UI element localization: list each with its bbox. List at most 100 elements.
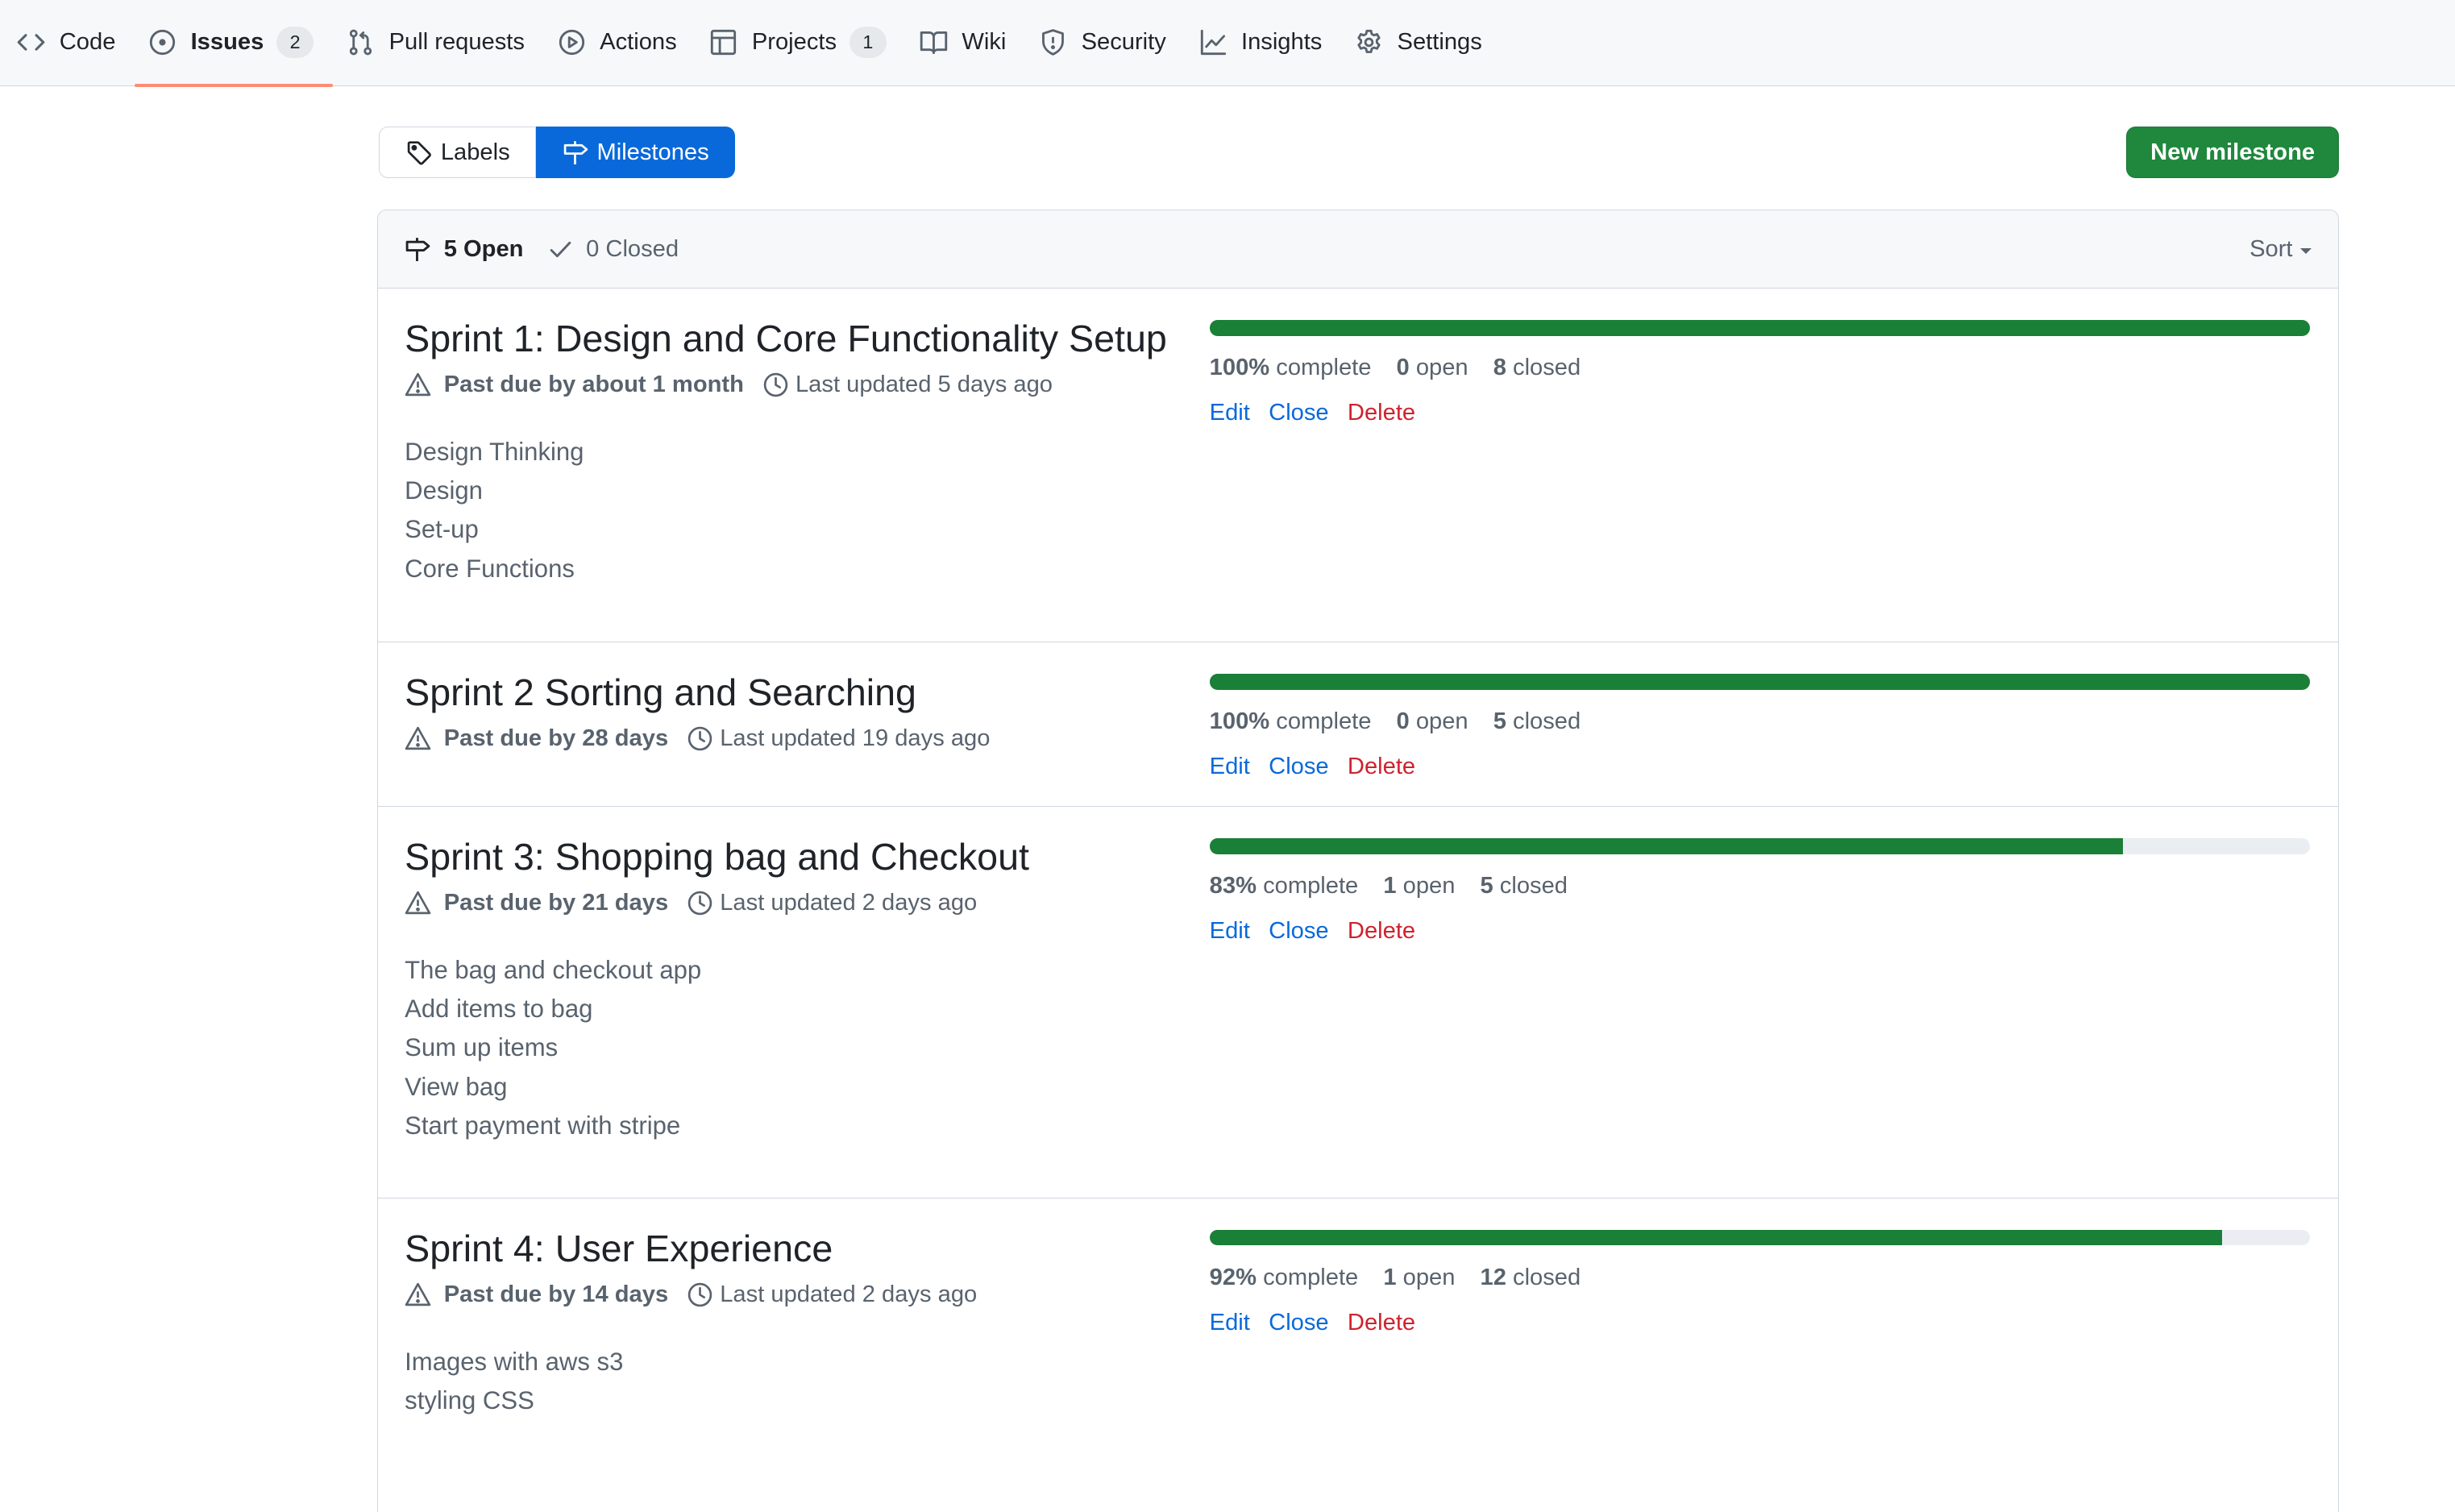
- milestone-info: Sprint 1: Design and Core Functionality …: [405, 317, 1187, 588]
- closed-issues-link[interactable]: 8 closed: [1493, 355, 1581, 381]
- projects-counter: 1: [849, 27, 887, 59]
- open-issue-count: 1: [1383, 872, 1397, 899]
- close-link[interactable]: Close: [1269, 754, 1328, 780]
- tab-settings[interactable]: Settings: [1341, 0, 1501, 85]
- tab-projects[interactable]: Projects 1: [696, 0, 906, 85]
- labels-label: Labels: [440, 139, 510, 165]
- sort-dropdown[interactable]: Sort: [2249, 210, 2312, 289]
- delete-link[interactable]: Delete: [1348, 918, 1415, 945]
- milestone-title[interactable]: Sprint 3: Shopping bag and Checkout: [405, 835, 1187, 879]
- milestones-box: 5 Open 0 Closed Sort Sprint 1: Design an…: [377, 210, 2340, 1512]
- progress-bar: [1209, 320, 2311, 336]
- close-link[interactable]: Close: [1269, 400, 1328, 426]
- gear-icon: [1357, 30, 1381, 54]
- delete-link[interactable]: Delete: [1348, 754, 1415, 780]
- progress-stats: 100% complete 0 open 5 closed: [1210, 708, 2311, 735]
- tab-label: Actions: [600, 29, 677, 56]
- complete-label: complete: [1276, 708, 1372, 734]
- tab-insights[interactable]: Insights: [1185, 0, 1341, 85]
- milestone-meta: Past due by about 1 month Last updated 5…: [405, 372, 1187, 398]
- labels-button[interactable]: Labels: [379, 127, 536, 179]
- open-label: open: [1402, 872, 1456, 899]
- closed-issues-link[interactable]: 12 closed: [1481, 1265, 1581, 1291]
- open-count-label: 5 Open: [443, 235, 524, 262]
- description-line: The bag and checkout app: [405, 956, 702, 985]
- alert-icon: [405, 1282, 431, 1306]
- open-issues-link[interactable]: 0 open: [1397, 708, 1468, 735]
- tab-label: Projects: [751, 29, 837, 56]
- play-icon: [559, 30, 584, 56]
- milestone-actions: Edit Close Delete: [1210, 1310, 2311, 1336]
- close-link[interactable]: Close: [1269, 1310, 1328, 1336]
- progress-fill: [1209, 674, 2311, 690]
- tag-icon: [407, 141, 431, 165]
- edit-link[interactable]: Edit: [1210, 1310, 1250, 1336]
- closed-issue-count: 5: [1493, 708, 1506, 734]
- open-issues-link[interactable]: 0 open: [1397, 355, 1468, 381]
- milestone-description: Images with aws s3 styling CSS: [405, 1343, 1187, 1420]
- milestone-item: Sprint 3: Shopping bag and Checkout Past…: [378, 807, 2339, 1199]
- tab-wiki[interactable]: Wiki: [906, 0, 1025, 85]
- tab-issues[interactable]: Issues 2: [134, 0, 333, 88]
- description-line: Images with aws s3: [405, 1347, 624, 1376]
- milestone-icon: [563, 140, 588, 164]
- git-pull-request-icon: [349, 30, 372, 56]
- tab-code[interactable]: Code: [3, 0, 135, 85]
- progress-bar: [1209, 1229, 2311, 1246]
- delete-link[interactable]: Delete: [1348, 400, 1415, 426]
- alert-icon: [405, 891, 431, 915]
- milestone-info: Sprint 4: User Experience Past due by 14…: [405, 1227, 1187, 1420]
- last-updated: Last updated 5 days ago: [795, 372, 1053, 398]
- closed-issues-link[interactable]: 5 closed: [1493, 708, 1581, 735]
- milestone-progress: 92% complete 1 open 12 closed Edit Close…: [1209, 1229, 2311, 1336]
- open-issue-count: 1: [1383, 1264, 1397, 1290]
- milestones-button[interactable]: Milestones: [535, 127, 735, 179]
- open-label: open: [1415, 708, 1468, 734]
- edit-link[interactable]: Edit: [1210, 754, 1250, 780]
- description-line: Start payment with stripe: [405, 1111, 681, 1140]
- delete-link[interactable]: Delete: [1348, 1310, 1415, 1336]
- closed-issue-count: 8: [1493, 354, 1506, 380]
- description-line: Add items to bag: [405, 995, 593, 1024]
- last-updated: Last updated 19 days ago: [720, 725, 991, 752]
- milestone-title[interactable]: Sprint 1: Design and Core Functionality …: [405, 317, 1187, 360]
- progress-fill: [1209, 1229, 2223, 1246]
- tab-security[interactable]: Security: [1025, 0, 1185, 85]
- open-label: open: [1402, 1264, 1456, 1290]
- issue-opened-icon: [150, 30, 176, 56]
- code-icon: [17, 34, 45, 52]
- description-line: Core Functions: [405, 554, 575, 583]
- milestone-actions: Edit Close Delete: [1210, 754, 2311, 780]
- open-issues-link[interactable]: 1 open: [1383, 1265, 1455, 1291]
- closed-filter[interactable]: 0 Closed: [547, 236, 679, 263]
- alert-icon: [405, 727, 431, 750]
- edit-link[interactable]: Edit: [1210, 918, 1250, 945]
- closed-issue-count: 5: [1480, 872, 1493, 899]
- milestone-item: Sprint 1: Design and Core Functionality …: [378, 289, 2339, 643]
- milestone-title[interactable]: Sprint 2 Sorting and Searching: [405, 671, 1187, 714]
- new-milestone-button[interactable]: New milestone: [2126, 127, 2340, 179]
- progress-stats: 92% complete 1 open 12 closed: [1210, 1265, 2311, 1291]
- edit-link[interactable]: Edit: [1210, 400, 1250, 426]
- repo-nav: Code Issues 2 Pull requests Actions Proj…: [0, 0, 2455, 88]
- last-updated: Last updated 2 days ago: [720, 890, 978, 916]
- due-status: Past due by 21 days: [443, 890, 669, 916]
- milestones-label: Milestones: [596, 139, 709, 165]
- tab-label: Wiki: [962, 29, 1007, 56]
- last-updated: Last updated 2 days ago: [720, 1281, 978, 1307]
- tab-pull-requests[interactable]: Pull requests: [333, 0, 544, 85]
- closed-issue-count: 12: [1480, 1264, 1506, 1290]
- milestone-title[interactable]: Sprint 4: User Experience: [405, 1227, 1187, 1270]
- close-link[interactable]: Close: [1269, 918, 1328, 945]
- tab-label: Security: [1081, 29, 1166, 56]
- open-issues-link[interactable]: 1 open: [1383, 873, 1455, 899]
- percent-complete: 100%: [1209, 708, 1270, 734]
- tab-actions[interactable]: Actions: [543, 0, 696, 85]
- closed-issues-link[interactable]: 5 closed: [1481, 873, 1568, 899]
- milestone-progress: 100% complete 0 open 5 closed Edit Close…: [1209, 674, 2311, 780]
- milestone-progress: 100% complete 0 open 8 closed Edit Close…: [1209, 320, 2311, 426]
- clock-icon: [763, 373, 788, 397]
- complete-label: complete: [1263, 872, 1359, 899]
- open-filter[interactable]: 5 Open: [405, 236, 523, 263]
- progress-fill: [1209, 320, 2311, 336]
